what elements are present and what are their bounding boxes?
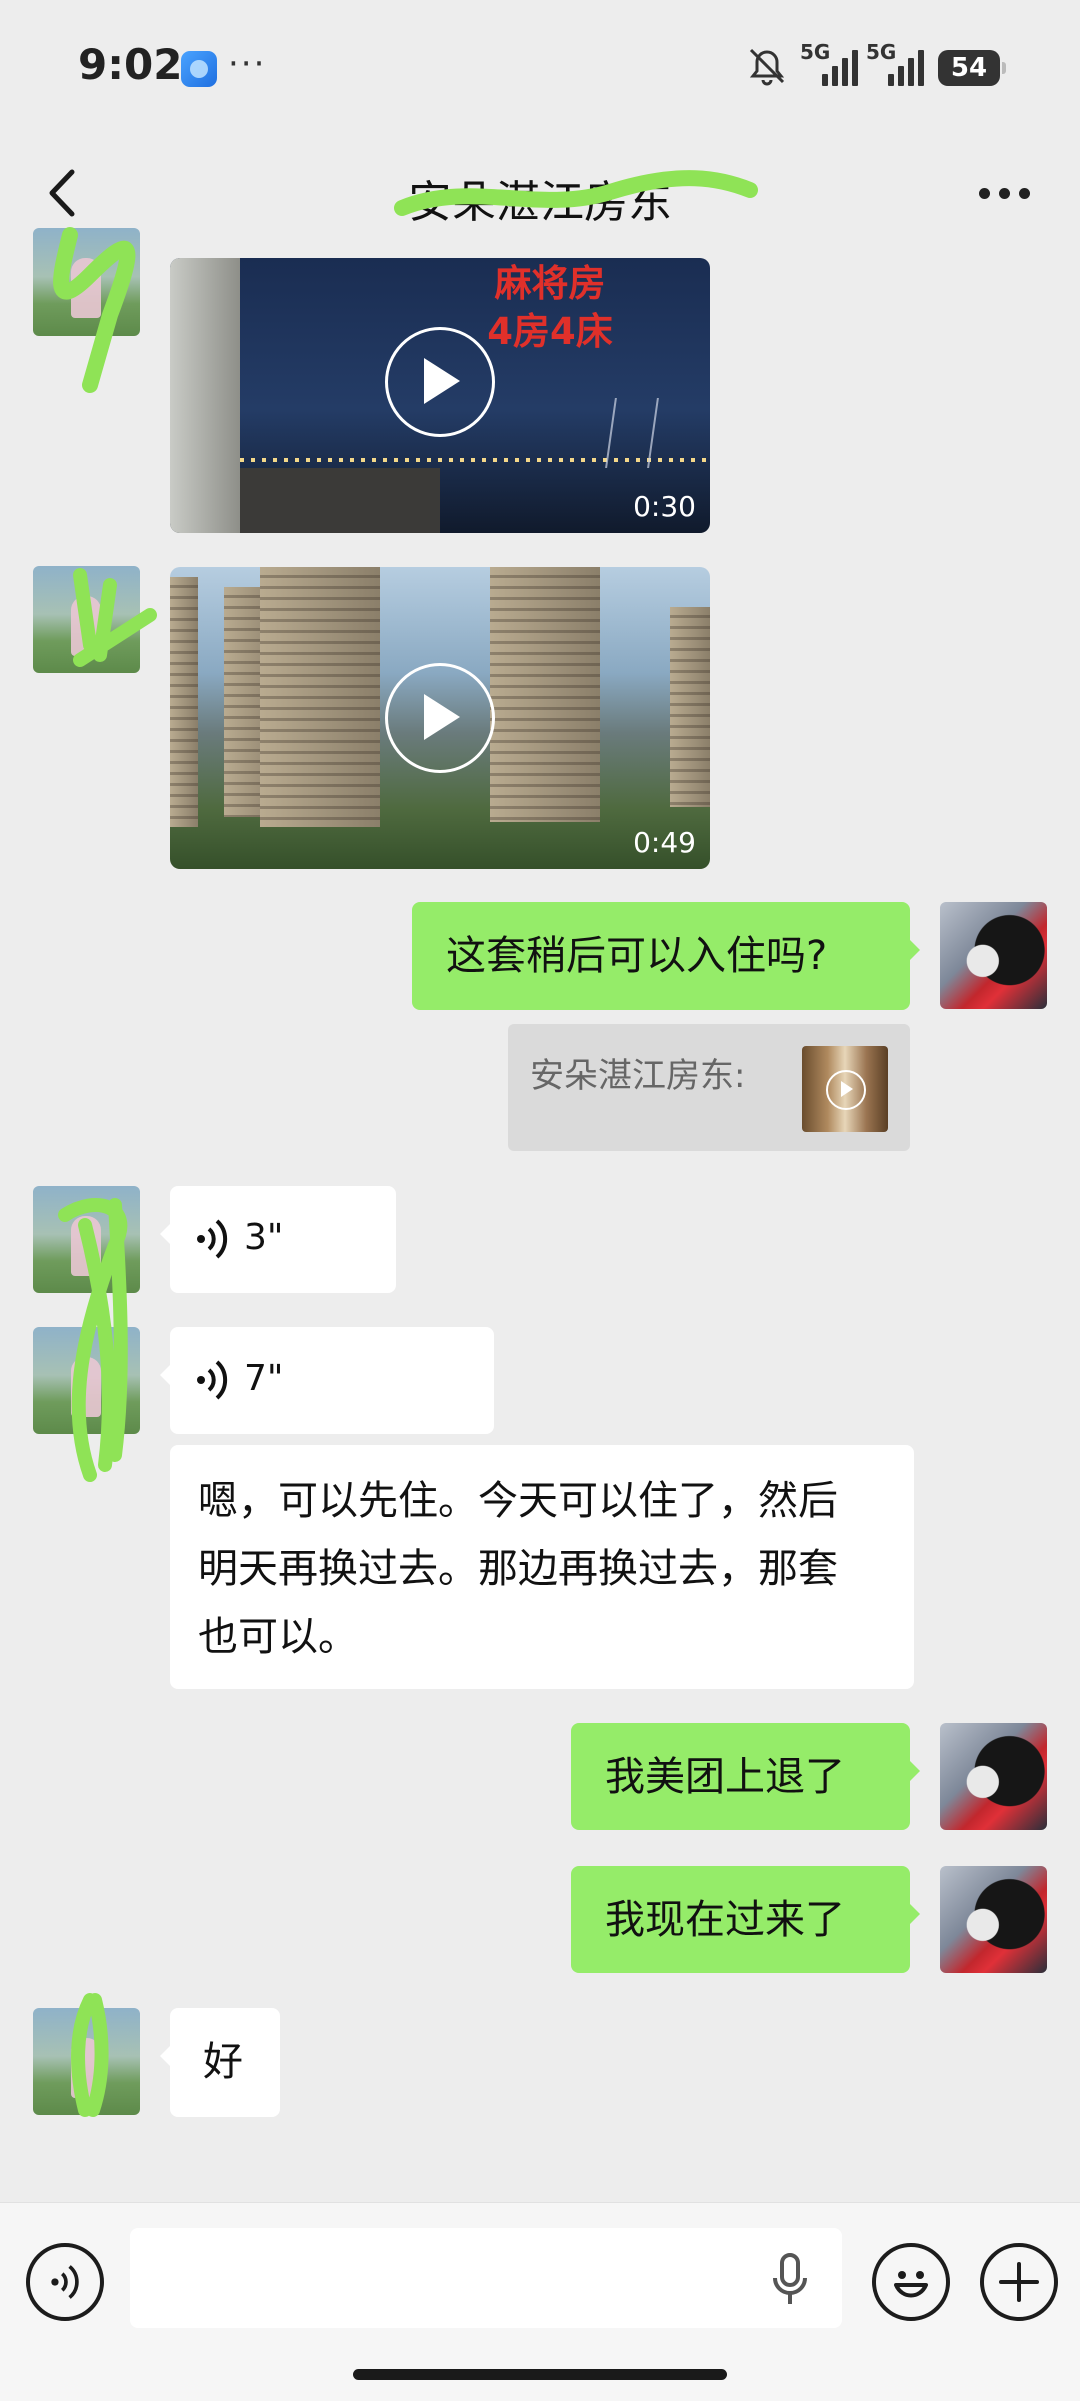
play-icon [424,694,460,740]
voice-wave-icon [197,1219,228,1259]
message-input[interactable] [130,2228,842,2328]
quoted-video-thumbnail[interactable] [802,1046,888,1132]
quote-sender-label: 安朵湛江房东: [530,1056,746,1096]
landlord-avatar[interactable] [33,228,140,336]
play-button[interactable] [385,327,495,437]
message-text: 好 [203,2039,243,2085]
signal-bars-icon [822,48,858,86]
outgoing-message-bubble[interactable]: 我美团上退了 [571,1723,920,1830]
my-avatar[interactable] [940,1723,1047,1830]
home-indicator[interactable] [353,2369,727,2380]
outgoing-message-bubble[interactable]: 我现在过来了 [571,1866,920,1973]
outgoing-message-bubble[interactable]: 这套稍后可以入住吗? [412,902,920,1010]
emoji-icon [894,2271,928,2298]
chat-title: 安朵湛江房东 [408,177,672,228]
quoted-message[interactable]: 安朵湛江房东: [508,1024,910,1151]
video-duration: 0:30 [633,490,696,523]
more-notifications-indicator: ··· [228,44,267,84]
play-icon [826,1070,866,1110]
video-message[interactable]: 麻将房 4房4床 0:30 [170,258,710,533]
incoming-message-bubble[interactable]: 好 [160,2008,280,2117]
message-text: 我美团上退了 [605,1754,845,1800]
message-text: 我现在过来了 [605,1897,845,1943]
voice-message-bubble[interactable]: 3" [160,1186,396,1293]
my-avatar[interactable] [940,1866,1047,1973]
signal-bars-icon [888,48,924,86]
video-overlay-text: 4房4床 [487,310,613,353]
incoming-message-bubble[interactable]: 嗯，可以先住。今天可以住了，然后明天再换过去。那边再换过去，那套也可以。 [170,1445,914,1689]
video-overlay-text: 麻将房 [494,262,606,305]
my-avatar[interactable] [940,902,1047,1009]
message-text: 嗯，可以先住。今天可以住了，然后明天再换过去。那边再换过去，那套也可以。 [198,1478,838,1660]
more-icon [979,188,990,199]
plus-button[interactable] [980,2243,1058,2321]
landlord-avatar[interactable] [33,566,140,673]
landlord-avatar[interactable] [33,1186,140,1293]
video-message[interactable]: 0:49 [170,567,710,869]
play-icon [424,358,460,404]
cellular-signal-2: 5G [866,40,934,88]
mic-icon[interactable] [770,2252,810,2308]
voice-duration: 7" [244,1358,284,1399]
app-notification-icon [181,51,217,87]
video-duration: 0:49 [633,826,696,859]
more-button[interactable] [975,178,1035,208]
emoji-button[interactable] [872,2243,950,2321]
voice-wave-icon [197,1360,228,1400]
mute-icon [749,48,785,86]
landlord-avatar[interactable] [33,2008,140,2115]
voice-mode-button[interactable] [26,2243,104,2321]
battery-icon: 54 [938,50,1006,86]
message-text: 这套稍后可以入住吗? [446,933,828,979]
plus-icon [999,2262,1039,2302]
landlord-avatar[interactable] [33,1327,140,1434]
voice-duration: 3" [244,1217,284,1258]
voice-mode-icon [51,2265,79,2299]
cellular-signal-1: 5G [800,40,868,88]
play-button[interactable] [385,663,495,773]
status-time: 9:02 [78,40,183,89]
voice-message-bubble[interactable]: 7" [160,1327,494,1434]
